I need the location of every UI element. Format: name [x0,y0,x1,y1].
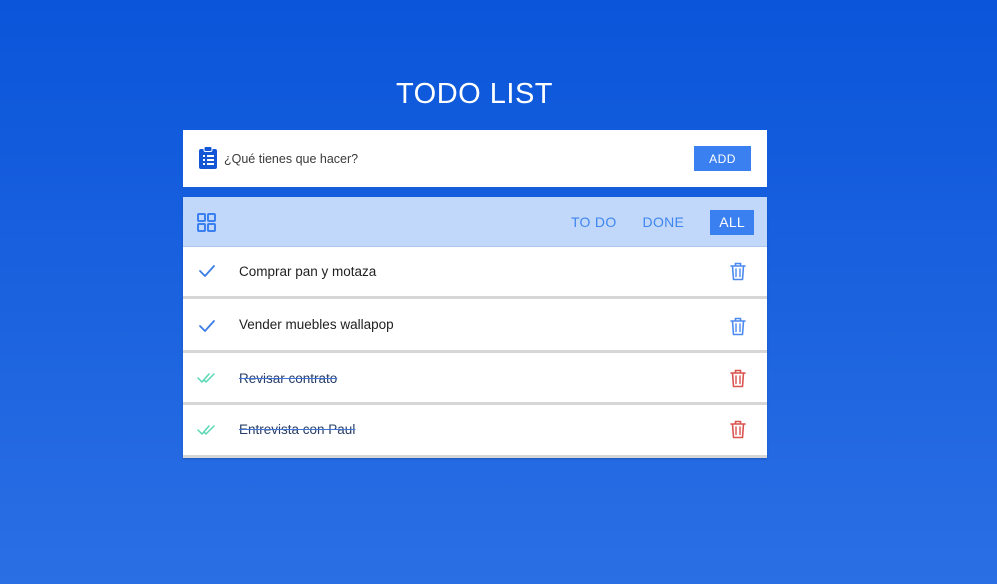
todo-text: Comprar pan y motaza [239,264,377,279]
clipboard-list-icon [199,146,217,169]
todo-panel: TO DO DONE ALL Comprar pan y motaza Vend… [183,197,767,458]
add-button[interactable]: ADD [694,146,751,171]
add-todo-bar: ADD [183,130,767,187]
trash-icon[interactable] [729,368,747,388]
todo-text: Revisar contrato [239,371,338,386]
grid-icon[interactable] [197,213,216,232]
todo-item-completed[interactable]: Revisar contrato [183,353,767,405]
todo-text: Entrevista con Paul [239,422,356,437]
trash-icon[interactable] [729,316,747,336]
filter-bar: TO DO DONE ALL [183,197,767,247]
todo-input[interactable] [224,148,664,170]
todo-item[interactable]: Comprar pan y motaza [183,247,767,299]
double-check-icon[interactable] [197,422,217,438]
page-title: TODO LIST [395,78,554,110]
check-icon[interactable] [197,318,217,334]
todo-item-completed[interactable]: Entrevista con Paul [183,405,767,458]
check-icon[interactable] [197,263,217,279]
filter-tabs: TO DO DONE ALL [545,210,754,235]
trash-icon[interactable] [729,261,747,281]
filter-done[interactable]: DONE [643,210,685,235]
filter-todo[interactable]: TO DO [571,210,617,235]
todo-item[interactable]: Vender muebles wallapop [183,299,767,353]
trash-icon[interactable] [729,419,747,439]
todo-text: Vender muebles wallapop [239,317,394,332]
filter-all[interactable]: ALL [710,210,754,235]
double-check-icon[interactable] [197,370,217,386]
